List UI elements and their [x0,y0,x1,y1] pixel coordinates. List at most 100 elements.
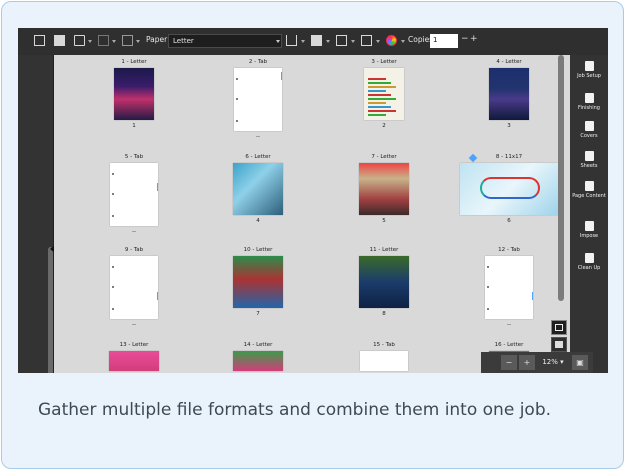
page-number: 3 [507,123,511,129]
page-number: 8 [382,311,386,317]
page-number: -- [507,322,511,328]
page-label: 13 - Letter [119,342,149,348]
paper-select-chevron-icon[interactable] [276,40,280,43]
left-panel-scrollbar[interactable] [48,247,53,373]
page-number: 4 [256,218,260,224]
page-label: 1 - Letter [121,59,147,65]
image-tool-dropdown-icon[interactable] [88,40,92,43]
duplex-dropdown-icon[interactable] [301,40,305,43]
page-number: 2 [382,123,386,129]
color-mode-icon[interactable] [311,35,322,46]
clean-up-icon [584,253,594,263]
app-screenshot: Paper: Letter Copies: 1 − + 1 - Letter 1… [18,28,608,373]
page-thumbnail[interactable] [109,351,159,371]
page-thumbnail[interactable] [489,68,529,120]
page-label: 2 - Tab [248,59,268,65]
left-panel [18,55,55,373]
page-label: 14 - Letter [243,342,273,348]
sidebar-item-impose[interactable]: Impose [570,221,608,239]
sidebar-item-label: Page Content [572,193,606,199]
sidebar-item-label: Covers [580,133,598,139]
sidebar-item-covers[interactable]: Covers [570,121,608,139]
text-tool-icon[interactable] [54,35,65,46]
page-number: 5 [382,218,386,224]
page-thumbnail[interactable] [233,351,283,371]
page-thumbnail[interactable] [460,163,558,215]
page-number: -- [132,229,136,235]
tab-page-thumbnail[interactable] [360,351,408,371]
sidebar-item-label: Impose [579,233,599,239]
tab-page-thumbnail[interactable] [234,68,282,131]
sidebar-item-clean-up[interactable]: Clean Up [570,253,608,271]
color-wheel-icon[interactable] [386,35,397,46]
layout-icon[interactable] [122,35,133,46]
page-thumbnail[interactable] [233,163,283,215]
finishing-icon [584,93,594,103]
sidebar-item-finishing[interactable]: Finishing [570,93,608,111]
text-line [368,114,386,116]
edit-page-icon[interactable] [361,35,372,46]
text-line [368,90,386,92]
canvas-scrollbar[interactable] [558,55,564,301]
zoom-out-button[interactable]: − [501,355,517,370]
sidebar-item-page-content[interactable]: Page Content [570,181,608,199]
tab-page-thumbnail[interactable] [110,163,158,226]
page-label: 9 - Tab [124,247,144,253]
color-mode-dropdown-icon[interactable] [326,40,330,43]
zoom-in-button[interactable]: + [519,355,535,370]
sidebar-item-job-setup[interactable]: Job Setup [570,61,608,79]
tab-page-thumbnail[interactable] [485,256,533,319]
map-route [480,177,540,199]
select-tool-icon[interactable] [34,35,45,46]
text-line [368,94,391,96]
page-thumbnail[interactable] [233,256,283,308]
page-thumbnail[interactable] [359,256,409,308]
page-size-icon[interactable] [98,35,109,46]
page-label: 5 - Tab [124,154,144,160]
copies-decrement-button[interactable]: − [461,34,469,44]
copies-input[interactable]: 1 [430,34,458,48]
punch-hole-icon [112,193,114,195]
page-thumbnail[interactable] [364,68,404,120]
page-label: 11 - Letter [369,247,399,253]
page-thumbnail[interactable] [359,163,409,215]
page-number: -- [132,322,136,328]
punch-hole-icon [112,308,114,310]
text-line [368,98,396,100]
grid-view-button[interactable] [551,320,567,335]
text-line [368,82,391,84]
layout-dropdown-icon[interactable] [136,40,140,43]
page-label: 4 - Letter [496,59,522,65]
page-label: 12 - Tab [498,247,520,253]
zoom-value: 12% [542,358,558,366]
punch-hole-icon [487,308,489,310]
sidebar-item-sheets[interactable]: Sheets [570,151,608,169]
page-thumbnail[interactable] [114,68,154,120]
toolbar: Paper: Letter Copies: 1 − + [18,28,608,55]
page-size-dropdown-icon[interactable] [112,40,116,43]
tab-ear-icon [157,292,158,300]
feature-card: Paper: Letter Copies: 1 − + 1 - Letter 1… [1,1,624,469]
stapling-dropdown-icon[interactable] [351,40,355,43]
book-view-button[interactable] [551,337,567,352]
job-setup-icon [584,61,594,71]
duplex-icon[interactable] [286,35,297,46]
paper-select[interactable]: Letter [168,34,282,48]
caption: Gather multiple file formats and combine… [38,400,552,420]
punch-hole-icon [236,120,238,122]
tab-ear-icon [157,183,158,191]
fit-page-button[interactable]: ▣ [572,355,588,370]
image-tool-icon[interactable] [74,35,85,46]
copies-increment-button[interactable]: + [470,34,478,44]
zoom-select[interactable]: 12% ▾ [537,356,569,369]
tab-page-thumbnail[interactable] [110,256,158,319]
edit-page-dropdown-icon[interactable] [376,40,380,43]
page-number: 6 [507,218,511,224]
color-wheel-dropdown-icon[interactable] [401,40,405,43]
page-label: 16 - Letter [494,342,524,348]
punch-hole-icon [112,215,114,217]
stapling-icon[interactable] [336,35,347,46]
copies-value: 1 [433,36,438,44]
page-label: 15 - Tab [373,342,395,348]
right-panel: Job Setup Finishing Covers Sheets Page Conte… [570,55,608,373]
